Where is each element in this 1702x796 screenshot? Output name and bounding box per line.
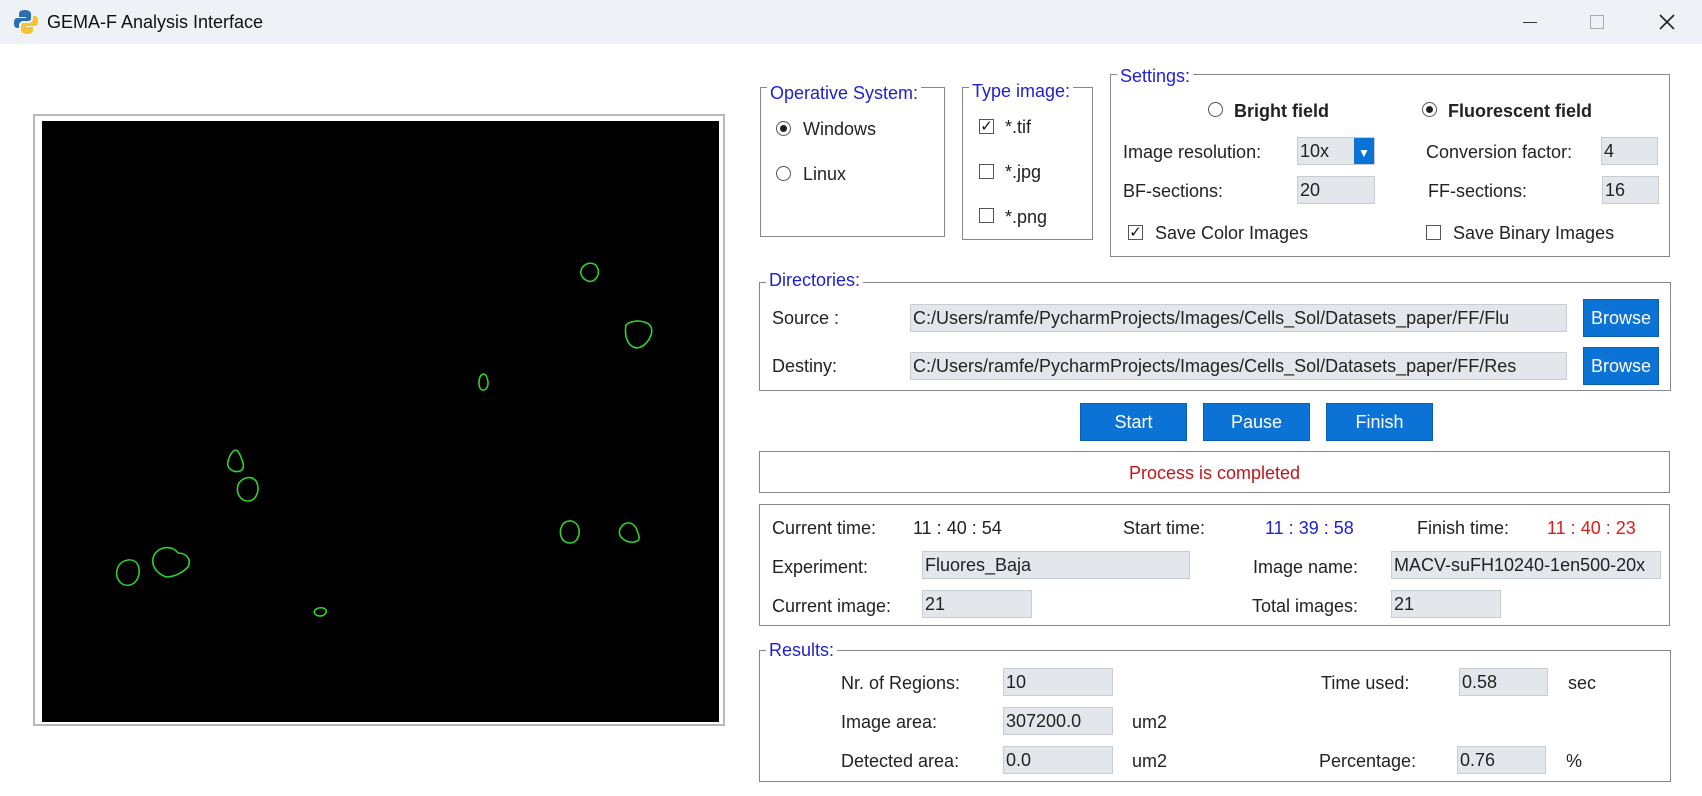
- windows-radio[interactable]: [776, 121, 791, 136]
- cell-contour: [478, 373, 489, 391]
- source-path-field[interactable]: C:/Users/ramfe/PycharmProjects/Images/Ce…: [910, 304, 1567, 332]
- cell-contours: [115, 262, 653, 617]
- settings-legend: Settings:: [1117, 66, 1194, 86]
- total-images-field[interactable]: 21: [1391, 590, 1501, 618]
- browse-destiny-button[interactable]: Browse: [1583, 347, 1659, 385]
- image-area-field[interactable]: 307200.0: [1003, 707, 1113, 735]
- results-legend: Results:: [766, 640, 838, 660]
- cell-contour: [115, 559, 140, 587]
- time-used-label: Time used:: [1321, 673, 1410, 693]
- experiment-label: Experiment:: [772, 557, 869, 577]
- title-bar: GEMA-F Analysis Interface: [0, 0, 1702, 44]
- destiny-label: Destiny:: [772, 356, 838, 376]
- source-label: Source :: [772, 308, 840, 328]
- os-legend: Operative System:: [767, 83, 922, 103]
- cell-contour: [580, 262, 600, 283]
- python-icon: [14, 9, 38, 35]
- tif-checkbox[interactable]: ✓: [979, 119, 994, 134]
- regions-label: Nr. of Regions:: [841, 673, 961, 693]
- image-area-label: Image area:: [841, 712, 938, 732]
- bright-field-radio[interactable]: [1208, 102, 1223, 117]
- total-images-label: Total images:: [1252, 596, 1359, 616]
- type-image-legend: Type image:: [969, 81, 1074, 101]
- cell-contour: [624, 320, 653, 349]
- status-message: Process is completed: [1128, 463, 1301, 483]
- finish-button[interactable]: Finish: [1326, 403, 1433, 441]
- start-time-label: Start time:: [1123, 518, 1206, 538]
- tif-label: *.tif: [1005, 117, 1032, 137]
- minimize-icon: [1523, 21, 1537, 23]
- image-preview-canvas: [42, 121, 719, 722]
- destiny-path-field[interactable]: C:/Users/ramfe/PycharmProjects/Images/Ce…: [910, 352, 1567, 380]
- cell-contour: [559, 520, 580, 544]
- bright-field-label: Bright field: [1234, 101, 1329, 121]
- save-binary-label: Save Binary Images: [1453, 223, 1615, 243]
- cell-contour: [151, 546, 191, 578]
- conversion-factor-label: Conversion factor:: [1426, 142, 1573, 162]
- ff-sections-label: FF-sections:: [1428, 181, 1528, 201]
- linux-label: Linux: [803, 164, 847, 184]
- bf-sections-label: BF-sections:: [1123, 181, 1224, 201]
- current-image-label: Current image:: [772, 596, 892, 616]
- current-image-field[interactable]: 21: [922, 590, 1032, 618]
- save-color-label: Save Color Images: [1155, 223, 1309, 243]
- percentage-field[interactable]: 0.76: [1457, 746, 1546, 774]
- cell-contour: [236, 476, 259, 502]
- close-icon: [1659, 14, 1675, 30]
- time-used-unit: sec: [1568, 673, 1597, 693]
- detected-area-field[interactable]: 0.0: [1003, 746, 1113, 774]
- conversion-factor-field[interactable]: 4: [1601, 137, 1658, 165]
- detected-area-label: Detected area:: [841, 751, 960, 771]
- cell-contour: [618, 522, 640, 543]
- percentage-unit: %: [1566, 751, 1583, 771]
- detected-area-unit: um2: [1132, 751, 1168, 771]
- ff-sections-field[interactable]: 16: [1602, 176, 1659, 204]
- fluorescent-field-radio[interactable]: [1422, 102, 1437, 117]
- fluorescent-field-label: Fluorescent field: [1448, 101, 1593, 121]
- percentage-label: Percentage:: [1319, 751, 1417, 771]
- maximize-icon: [1590, 15, 1604, 29]
- image-area-unit: um2: [1132, 712, 1168, 732]
- finish-time-value: 11 : 40 : 23: [1547, 518, 1636, 538]
- save-binary-checkbox[interactable]: [1426, 225, 1441, 240]
- save-color-checkbox[interactable]: ✓: [1128, 225, 1143, 240]
- current-time-value: 11 : 40 : 54: [913, 518, 1002, 538]
- maximize-button[interactable]: [1567, 0, 1627, 44]
- windows-label: Windows: [803, 119, 877, 139]
- minimize-button[interactable]: [1500, 0, 1560, 44]
- start-time-value: 11 : 39 : 58: [1265, 518, 1354, 538]
- png-label: *.png: [1005, 207, 1048, 227]
- window-title: GEMA-F Analysis Interface: [47, 12, 264, 32]
- cell-contour: [313, 606, 327, 617]
- directories-legend: Directories:: [766, 270, 864, 290]
- regions-field[interactable]: 10: [1003, 668, 1113, 696]
- bf-sections-field[interactable]: 20: [1297, 176, 1375, 204]
- close-button[interactable]: [1637, 0, 1697, 44]
- start-button[interactable]: Start: [1080, 403, 1187, 441]
- browse-source-button[interactable]: Browse: [1583, 299, 1659, 337]
- image-name-label: Image name:: [1253, 557, 1359, 577]
- image-resolution-value: 10x: [1300, 141, 1330, 161]
- linux-radio[interactable]: [776, 166, 791, 181]
- image-name-field[interactable]: MACV-suFH10240-1en500-20x: [1391, 551, 1661, 579]
- jpg-checkbox[interactable]: [979, 164, 994, 179]
- current-time-label: Current time:: [772, 518, 877, 538]
- os-group: [760, 87, 945, 237]
- png-checkbox[interactable]: [979, 208, 994, 223]
- finish-time-label: Finish time:: [1417, 518, 1510, 538]
- jpg-label: *.jpg: [1005, 162, 1042, 182]
- time-used-field[interactable]: 0.58: [1459, 668, 1548, 696]
- cell-contour: [226, 449, 245, 473]
- experiment-field[interactable]: Fluores_Baja: [922, 551, 1190, 579]
- chevron-down-icon[interactable]: ▼: [1354, 138, 1374, 164]
- pause-button[interactable]: Pause: [1203, 403, 1310, 441]
- image-resolution-label: Image resolution:: [1123, 142, 1262, 162]
